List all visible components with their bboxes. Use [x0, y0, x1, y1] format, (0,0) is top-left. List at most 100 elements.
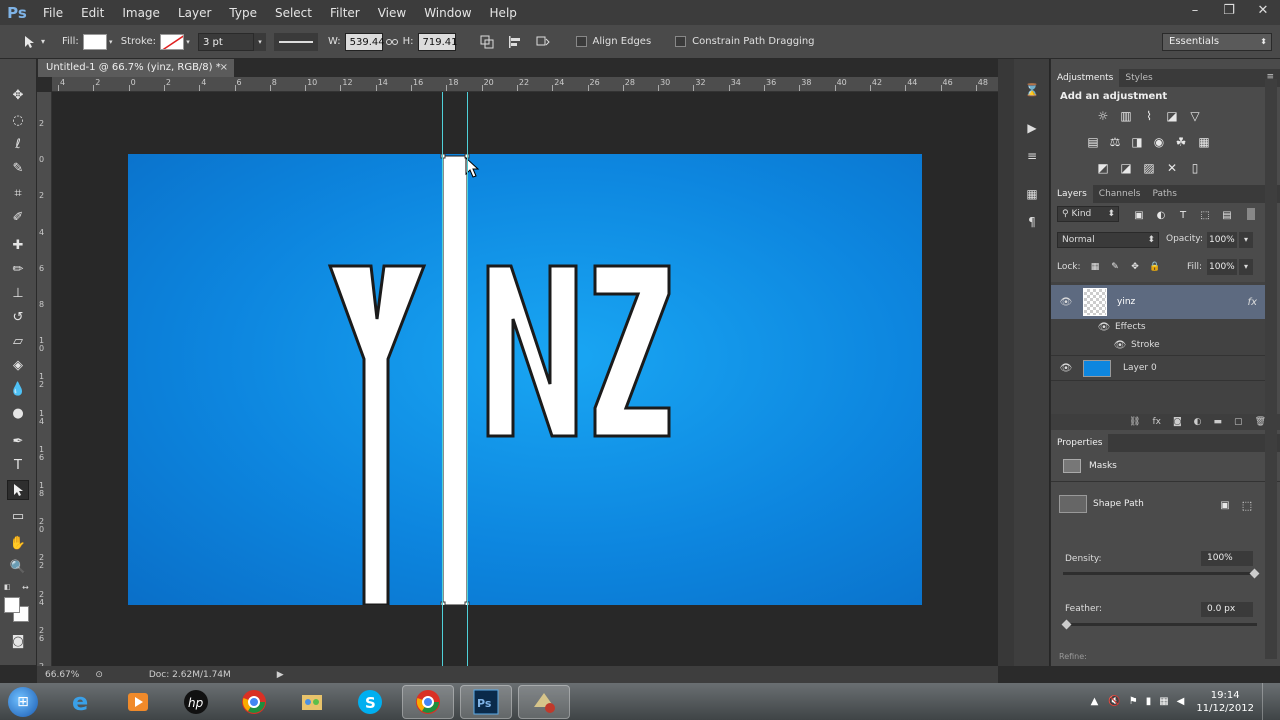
- channel-mixer-icon[interactable]: ☘: [1173, 135, 1189, 149]
- add-mask-icon[interactable]: ◙: [1173, 417, 1182, 427]
- workspace-dropdown[interactable]: Essentials ⬍: [1162, 33, 1272, 51]
- pixel-filter-icon[interactable]: ▣: [1131, 208, 1147, 222]
- fill-swatch[interactable]: [82, 33, 107, 50]
- status-icon[interactable]: ⊙: [95, 670, 103, 680]
- lock-all-icon[interactable]: 🔒: [1147, 260, 1163, 274]
- quick-selection-tool-icon[interactable]: ✎: [7, 158, 29, 178]
- tab-paths[interactable]: Paths: [1146, 185, 1182, 203]
- menu-layer[interactable]: Layer: [169, 6, 220, 20]
- rectangle-tool-icon[interactable]: ▭: [7, 506, 29, 526]
- stroke-type-dropdown[interactable]: [273, 32, 318, 51]
- filter-toggle-switch[interactable]: [1247, 208, 1255, 220]
- horizontal-ruler[interactable]: 4 2 0 2 4 6 8 10 12 14 16 18 20 22 24 26 28 30 32 34 36 38 40 4…: [52, 77, 998, 92]
- link-layers-icon[interactable]: ⛓: [1129, 417, 1140, 427]
- zoom-tool-icon[interactable]: 🔍: [7, 557, 29, 577]
- stroke-eye-icon[interactable]: 👁: [1113, 340, 1127, 351]
- clock[interactable]: 19:14 11/12/2012: [1196, 689, 1254, 715]
- visibility-eye-icon[interactable]: 👁: [1059, 297, 1073, 308]
- smart-object-filter-icon[interactable]: ▤: [1219, 208, 1235, 222]
- type-tool-icon[interactable]: T: [7, 455, 29, 475]
- density-slider-thumb[interactable]: [1249, 568, 1260, 579]
- blend-mode-dropdown[interactable]: Normal ⬍: [1057, 232, 1159, 248]
- menu-help[interactable]: Help: [481, 6, 526, 20]
- chrome-active-icon[interactable]: [402, 684, 454, 719]
- minimize-button[interactable]: –: [1178, 0, 1212, 20]
- color-lookup-icon[interactable]: ▦: [1196, 135, 1212, 149]
- healing-brush-tool-icon[interactable]: ✚: [7, 235, 29, 255]
- new-group-icon[interactable]: ▬: [1214, 417, 1223, 427]
- feather-field[interactable]: 0.0 px: [1201, 602, 1253, 617]
- menu-image[interactable]: Image: [113, 6, 169, 20]
- lasso-tool-icon[interactable]: ℓ: [7, 134, 29, 154]
- move-tool-icon[interactable]: ✥: [7, 85, 29, 105]
- actions-panel-icon[interactable]: ▶: [1023, 119, 1041, 137]
- type-filter-icon[interactable]: T: [1175, 208, 1191, 222]
- opacity-field[interactable]: 100%: [1207, 232, 1237, 248]
- foreground-color-swatch[interactable]: [4, 597, 20, 613]
- show-hidden-icons-icon[interactable]: ▲: [1091, 696, 1099, 707]
- speaker-icon[interactable]: ◀: [1177, 696, 1185, 707]
- density-slider[interactable]: [1063, 568, 1260, 579]
- menu-view[interactable]: View: [369, 6, 415, 20]
- paragraph-panel-icon[interactable]: ¶: [1023, 213, 1041, 231]
- show-desktop-button[interactable]: [1262, 683, 1272, 720]
- invert-icon[interactable]: ◩: [1095, 161, 1111, 175]
- history-panel-icon[interactable]: ⌛: [1023, 81, 1041, 99]
- media-player-icon[interactable]: [112, 685, 164, 719]
- levels-icon[interactable]: ▥: [1118, 109, 1134, 123]
- posterize-icon[interactable]: ◪: [1118, 161, 1134, 175]
- lock-transparent-icon[interactable]: ▦: [1087, 260, 1103, 274]
- crop-tool-icon[interactable]: ⌗: [7, 183, 29, 203]
- photoshop-taskbar-icon[interactable]: Ps: [460, 684, 512, 719]
- opacity-chevron-down-icon[interactable]: ▾: [1239, 232, 1253, 248]
- document-canvas[interactable]: [128, 153, 922, 607]
- path-arrangement-icon[interactable]: [534, 33, 552, 51]
- select-path-icon[interactable]: ▣: [1217, 498, 1233, 512]
- close-button[interactable]: ✕: [1246, 0, 1280, 20]
- network-folder-icon[interactable]: [286, 685, 338, 719]
- fill-chevron-down-icon[interactable]: ▾: [1239, 259, 1253, 275]
- selective-color-icon[interactable]: ✕: [1164, 161, 1180, 175]
- menu-filter[interactable]: Filter: [321, 6, 369, 20]
- layer-stroke-row[interactable]: 👁 Stroke: [1051, 336, 1265, 354]
- constrain-path-checkbox[interactable]: [675, 36, 687, 47]
- guide-line[interactable]: [442, 92, 443, 666]
- black-white-icon[interactable]: ◨: [1129, 135, 1145, 149]
- menu-window[interactable]: Window: [415, 6, 480, 20]
- brush-presets-icon[interactable]: ≡: [1023, 147, 1041, 165]
- quick-mask-icon[interactable]: ◙: [7, 631, 29, 651]
- stroke-swatch[interactable]: [159, 33, 184, 50]
- tab-adjustments[interactable]: Adjustments: [1051, 69, 1120, 87]
- action-center-icon[interactable]: ⚑: [1129, 696, 1138, 707]
- vibrance-icon[interactable]: ▽: [1187, 109, 1203, 123]
- layer-filter-dropdown[interactable]: ⚲ Kind ⬍: [1057, 206, 1119, 222]
- tool-preset-chevron-down-icon[interactable]: ▾: [38, 33, 48, 51]
- tab-layers[interactable]: Layers: [1051, 185, 1093, 203]
- path-alignment-icon[interactable]: [506, 33, 524, 51]
- blur-tool-icon[interactable]: 💧: [7, 379, 29, 399]
- layer-fill-field[interactable]: 100%: [1207, 259, 1237, 275]
- swap-colors-icon[interactable]: ↔: [22, 583, 29, 592]
- guide-line[interactable]: [467, 92, 468, 666]
- character-panel-icon[interactable]: ▦: [1023, 185, 1041, 203]
- pen-tool-icon[interactable]: ✒: [7, 431, 29, 451]
- history-brush-tool-icon[interactable]: ↺: [7, 307, 29, 327]
- restore-button[interactable]: ❐: [1212, 0, 1246, 20]
- default-colors-icon[interactable]: ◧: [4, 583, 11, 591]
- layer-effects-row[interactable]: 👁 Effects: [1051, 318, 1265, 336]
- density-field[interactable]: 100%: [1201, 551, 1253, 566]
- path-selection-tool-icon[interactable]: [20, 33, 38, 51]
- layer-row-yinz[interactable]: 👁 yinz fx: [1051, 285, 1265, 319]
- marquee-tool-icon[interactable]: ◌: [7, 110, 29, 130]
- chrome-icon[interactable]: [228, 685, 280, 719]
- stroke-chevron-down-icon[interactable]: ▾: [184, 33, 192, 51]
- curves-icon[interactable]: ⌇: [1141, 109, 1157, 123]
- fill-chevron-down-icon[interactable]: ▾: [107, 33, 115, 51]
- layer-row-layer-0[interactable]: 👁 Layer 0: [1051, 355, 1265, 381]
- hand-tool-icon[interactable]: ✋: [7, 533, 29, 553]
- canvas-area[interactable]: [52, 92, 998, 666]
- fx-icon[interactable]: fx: [1248, 297, 1257, 308]
- menu-file[interactable]: File: [34, 6, 72, 20]
- clone-stamp-tool-icon[interactable]: ⊥: [7, 283, 29, 303]
- menu-select[interactable]: Select: [266, 6, 321, 20]
